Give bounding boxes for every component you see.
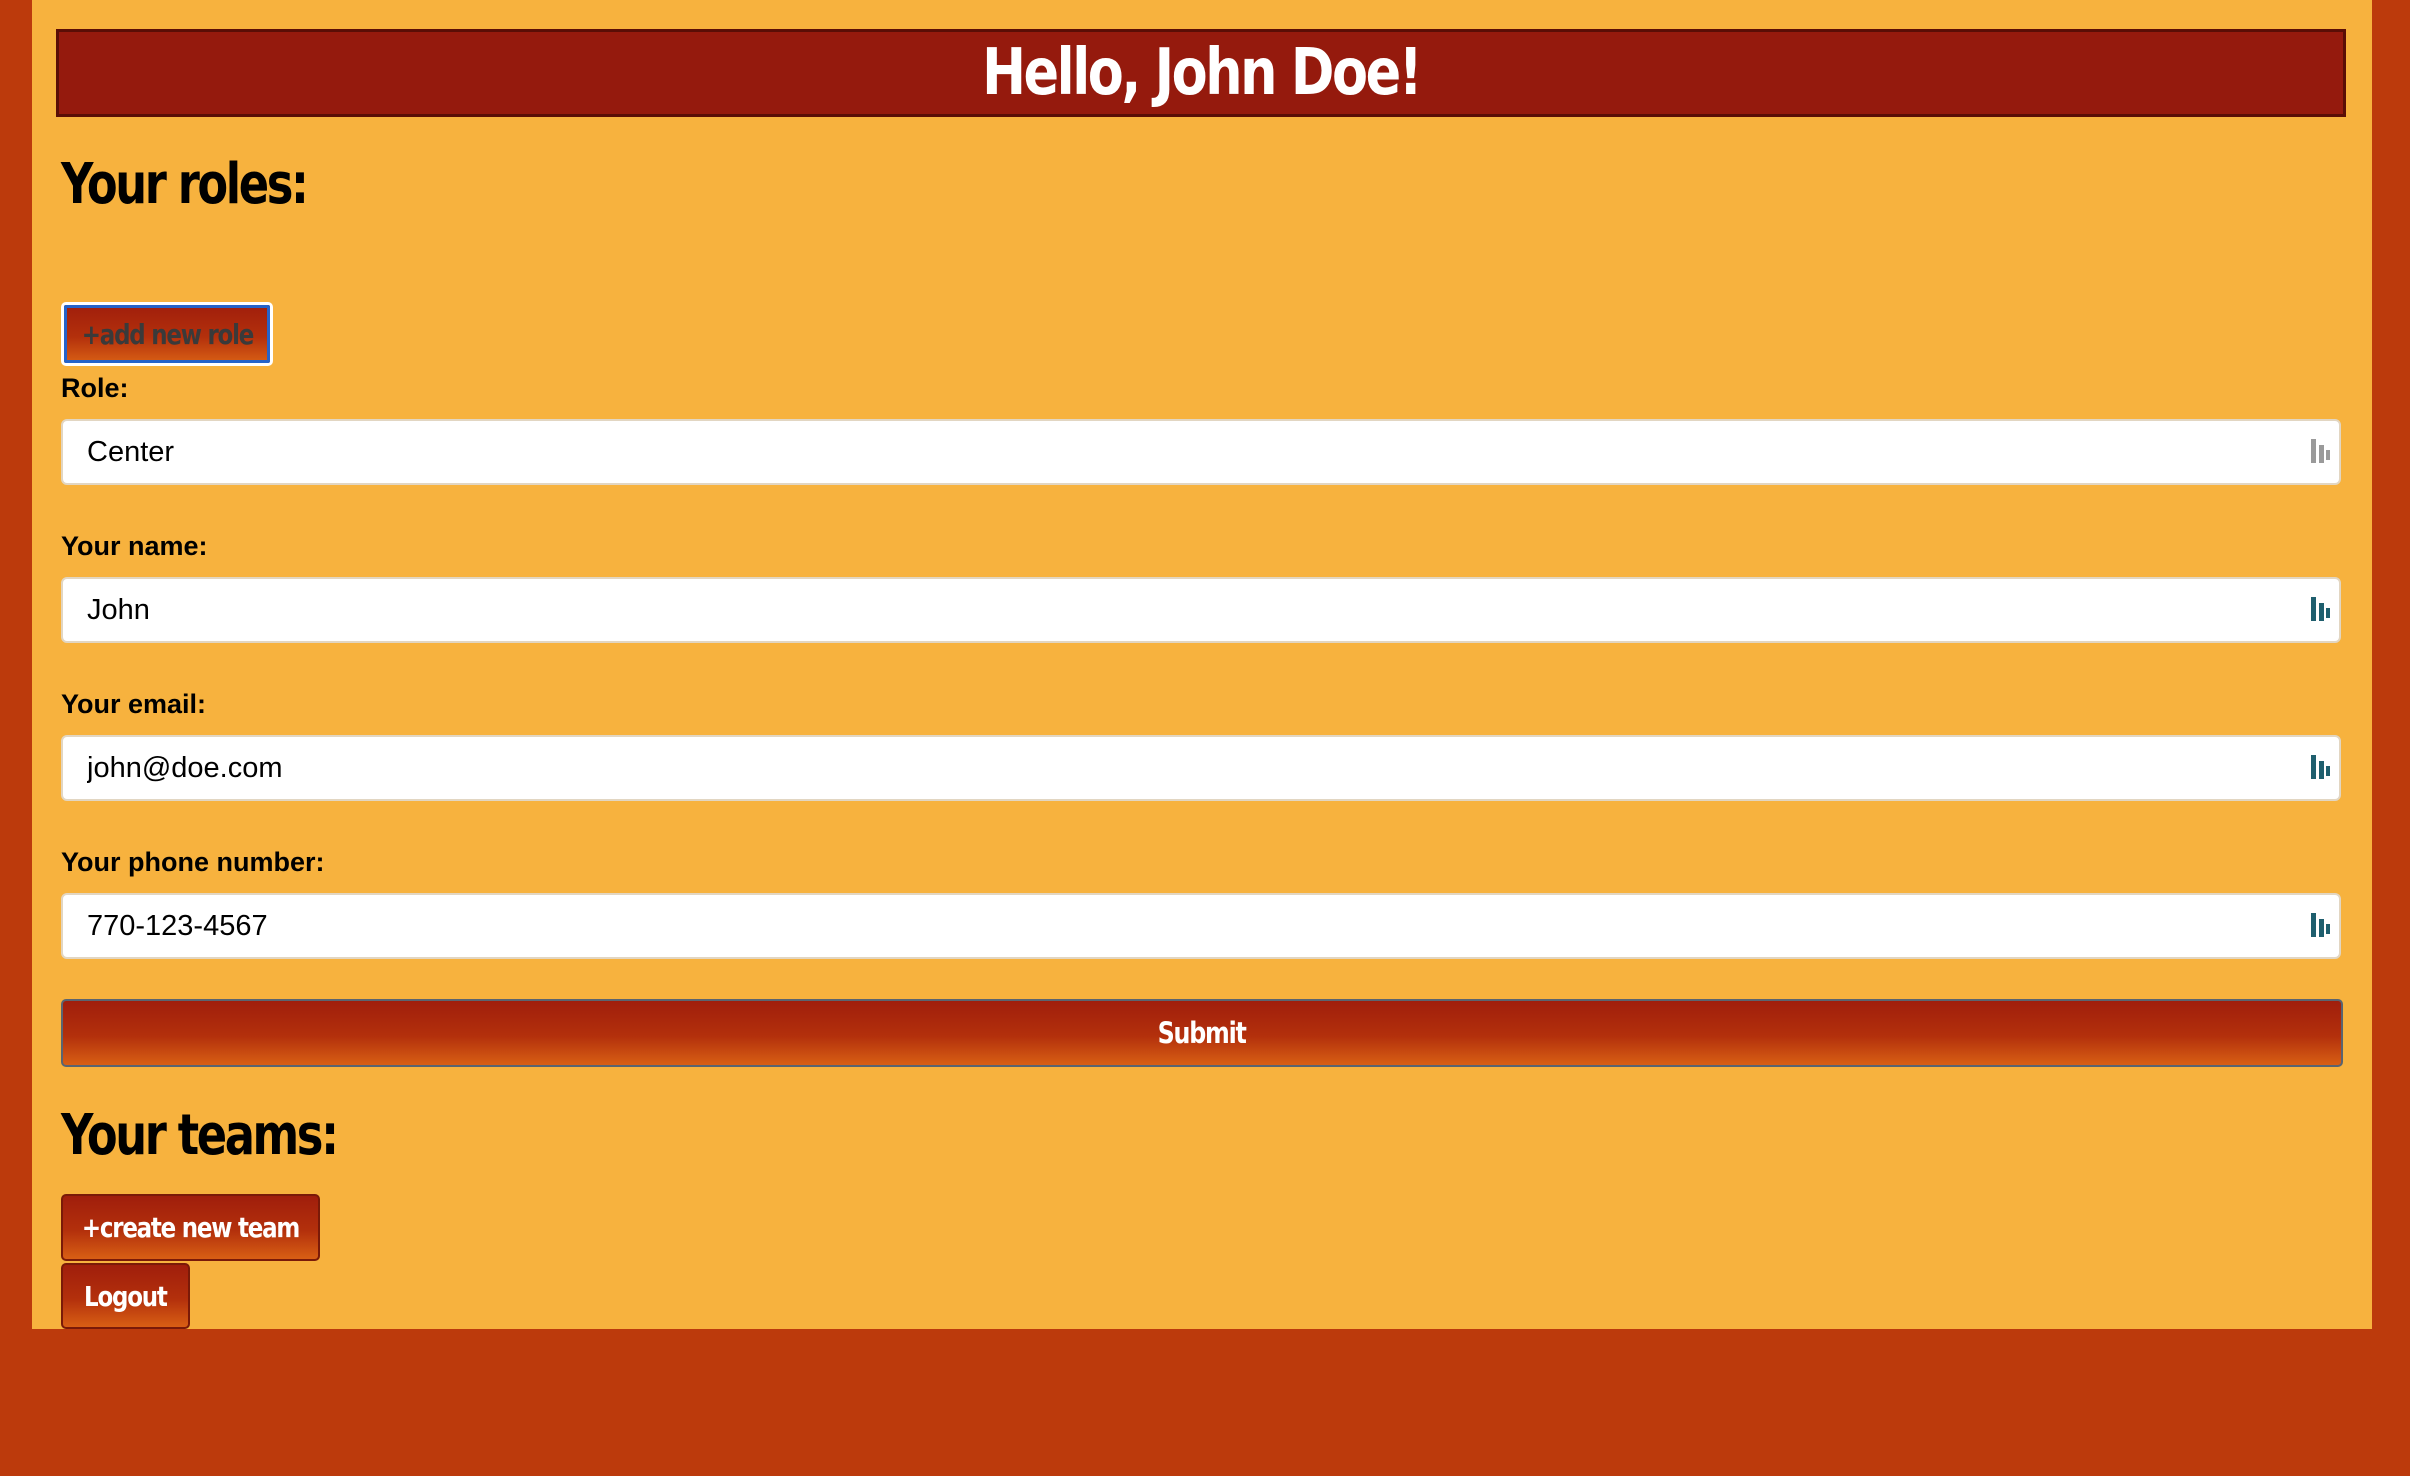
role-label: Role: [61, 373, 129, 403]
create-new-team-button[interactable]: +create new team [61, 1194, 320, 1261]
password-manager-icon[interactable] [2309, 911, 2331, 939]
logout-button[interactable]: Logout [61, 1263, 190, 1329]
role-input[interactable] [61, 419, 2341, 485]
password-manager-icon[interactable] [2309, 595, 2331, 623]
name-input[interactable] [61, 577, 2341, 643]
name-label: Your name: [61, 531, 208, 561]
logout-label: Logout [84, 1279, 168, 1313]
phone-label: Your phone number: [61, 847, 325, 877]
password-manager-icon[interactable] [2309, 437, 2331, 465]
greeting-banner: Hello, John Doe! [56, 29, 2346, 117]
create-new-team-label: +create new team [81, 1211, 300, 1244]
main-panel: Hello, John Doe! Your roles: +add new ro… [32, 0, 2372, 1329]
password-manager-icon[interactable] [2309, 753, 2331, 781]
phone-input[interactable] [61, 893, 2341, 959]
email-input[interactable] [61, 735, 2341, 801]
page-title: Hello, John Doe! [981, 36, 1423, 110]
submit-button[interactable]: Submit [61, 999, 2343, 1067]
submit-label: Submit [1158, 1016, 1247, 1050]
add-new-role-label: +add new role [81, 317, 254, 351]
roles-heading: Your roles: [61, 152, 309, 217]
teams-heading: Your teams: [61, 1103, 339, 1168]
email-label: Your email: [61, 689, 207, 719]
add-new-role-button[interactable]: +add new role [61, 302, 273, 366]
